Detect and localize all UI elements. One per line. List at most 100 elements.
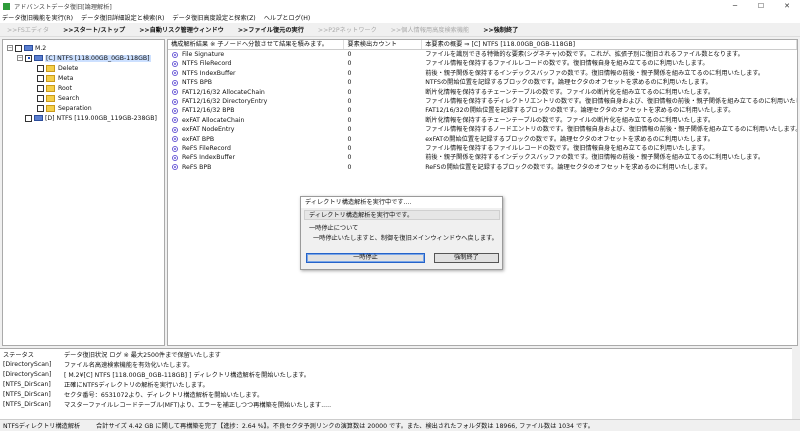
list-item[interactable]: ReFS FileRecord 0 ファイル情報を保持するファイルレコードの数です。… [168,144,797,153]
force-quit-dialog-button[interactable]: 強制終了 [434,253,499,263]
log-message: セクタ番号：6531072より、ディレクトリ構造解析を開始いたします。 [64,391,264,399]
close-icon[interactable]: ✕ [774,0,800,12]
list-item[interactable]: FAT12/16/32 DirectoryEntry 0 ファイル情報を保持するディ… [168,97,797,106]
item-desc: ファイル情報を保持するノードエントリの数です。復旧情報自身および、復旧情報の前後… [425,126,797,134]
item-count: 0 [347,144,352,152]
list-item[interactable]: NTFS FileRecord 0 ファイル情報を保持するファイルレコードの数です。… [168,59,797,68]
folder-checkbox[interactable] [37,84,44,92]
folder-checkbox[interactable] [37,64,44,72]
list-item[interactable]: exFAT NodeEntry 0 ファイル情報を保持するノードエントリの数です。復… [168,125,797,134]
gear-icon [172,61,178,68]
folder-icon [46,64,55,72]
gear-icon [172,154,178,161]
force-quit-button[interactable]: >>強制終了 [476,25,525,34]
drive-icon [34,55,43,61]
item-desc: ファイル情報を保持するファイルレコードの数です。復旧情報自身を組み立てるのに利用… [425,144,709,152]
item-count: 0 [347,69,352,77]
file-restore-button[interactable]: >>ファイル復元の実行 [231,25,311,34]
list-item[interactable]: File Signature 0 ファイルを識別できる特徴的な要素(シグネチャ)の数… [168,50,797,59]
p2p-button[interactable]: >>P2Pネットワーク [311,25,384,34]
item-name: FAT12/16/32 BPB [182,107,235,115]
drive-d-checkbox[interactable] [25,114,32,122]
drive-icon [34,115,43,121]
tree-root-label: M.2 [35,44,47,52]
list-item[interactable]: ReFS IndexBuffer 0 前後・親子関係を保持するインデックスバッファの… [168,153,797,162]
list-item[interactable]: FAT12/16/32 AllocateChain 0 断片化情報を保持するチェーン… [168,88,797,97]
log-header-status: ステータス [3,351,34,359]
item-desc: 断片化情報を保持するチェーンテーブルの数です。ファイルの断片化を組み立てるのに利… [425,88,715,96]
folder-checkbox[interactable] [37,74,44,82]
dialog-message: ディレクトリ構造解析を実行中です。 [304,210,500,220]
menu-detail-settings[interactable]: データ復旧詳細設定と検索(R) [81,13,164,22]
log-message: [ M.2¥[C] NTFS [118.00GB_0GB-118GB] ] ディ… [64,371,310,379]
menu-help-log[interactable]: ヘルプとログ(H) [264,13,311,22]
tree-folder-search[interactable]: Search [7,93,160,103]
dialog-title: ディレクトリ構造解析を実行中です.... [301,197,502,208]
tree-drive-d[interactable]: [D] NTFS [119.00GB_119GB-238GB] [7,113,160,123]
log-source: [NTFS_DirScan] [3,380,51,388]
log-panel: ステータス データ復旧状況 ログ ※ 最大2500件まで保留いたします [Dir… [0,348,792,419]
tree-folder-separation[interactable]: Separation [7,103,160,113]
column-header-result[interactable]: 構成解析結果 ※ 子ノードへ分散させて結果を積みます。 [168,40,345,49]
root-checkbox[interactable] [15,44,22,52]
list-item[interactable]: FAT12/16/32 BPB 0 FAT12/16/32の開始位置を記録するブロッ… [168,106,797,115]
item-desc: ファイル情報を保持するディレクトリエントリの数です。復旧情報自身および、復旧情報… [425,97,797,105]
maximize-icon[interactable]: ☐ [748,0,774,12]
folder-icon [46,104,55,112]
log-message: マスターファイルレコードテーブル(MFT)より、エラーを補正しつつ再構築を開始い… [64,401,332,409]
tree-folder-meta[interactable]: Meta [7,73,160,83]
list-item[interactable]: exFAT BPB 0 exFATの開始位置を記録するブロックの数です。論理セクタの… [168,135,797,144]
folder-checkbox[interactable] [37,104,44,112]
collapse-icon[interactable]: − [7,45,13,51]
log-row[interactable]: [DirectoryScan] [ M.2¥[C] NTFS [118.00GB_… [0,369,792,379]
item-name: exFAT BPB [182,135,215,143]
title-bar: アドバンストデータ復旧[論理解析] ─ ☐ ✕ [0,0,800,12]
item-count: 0 [347,97,352,105]
tree-root[interactable]: − M.2 [7,43,160,53]
item-name: File Signature [182,51,225,58]
column-header-count[interactable]: 要素検出カウント [344,40,423,49]
log-scrollbar[interactable] [792,348,800,418]
drive-c-checkbox[interactable] [25,54,32,62]
log-row[interactable]: [NTFS_DirScan] 正確にNTFSディレクトリの解析を実行いたします。 [0,379,792,389]
gear-icon [172,108,178,115]
tree-drive-c-label: [C] NTFS [118.00GB_0GB-118GB] [45,54,151,62]
gear-icon [172,98,178,105]
tree-folder-delete[interactable]: Delete [7,63,160,73]
folder-checkbox[interactable] [37,94,44,102]
fs-editor-button[interactable]: >>FSエディタ [0,25,56,34]
log-source: [DirectoryScan] [3,370,52,378]
folder-icon [46,94,55,102]
log-row[interactable]: [DirectoryScan] ファイル名高速検索機能を有効化いたします。 [0,359,792,369]
gear-icon [172,79,178,86]
item-count: 0 [347,60,352,68]
pause-button[interactable]: 一時停止 [306,253,425,263]
item-name: ReFS IndexBuffer [182,154,235,162]
item-desc: ファイル情報を保持するファイルレコードの数です。復旧情報自身を組み立てるのに利用… [425,60,709,68]
log-row[interactable]: [NTFS_DirScan] セクタ番号：6531072より、ディレクトリ構造解析… [0,389,792,399]
list-item[interactable]: NTFS BPB 0 NTFSの開始位置を記録するブロックの数です。論理セクタのオフ… [168,78,797,87]
auto-window-button[interactable]: >>自動リスク管理ウィンドウ [132,25,231,34]
minimize-icon[interactable]: ─ [722,0,748,12]
status-bar: NTFSディレクトリ構造解析 合計サイズ 4.42 GB に関して再構築を完了【… [0,419,800,431]
log-row[interactable]: [NTFS_DirScan] マスターファイルレコードテーブル(MFT)より、エラ… [0,399,792,409]
list-item[interactable]: exFAT AllocateChain 0 断片化情報を保持するチェーンテーブルの数… [168,116,797,125]
list-item[interactable]: ReFS BPB 0 ReFSの開始位置を記録するブロックの数です。論理セクタのオフ… [168,163,797,172]
item-count: 0 [347,135,352,143]
start-stop-button[interactable]: >>スタート/ストップ [56,25,132,34]
collapse-icon[interactable]: − [17,55,23,61]
item-name: NTFS BPB [182,79,212,87]
list-item[interactable]: NTFS IndexBuffer 0 前後・親子関係を保持するインデックスバッファの… [168,69,797,78]
window-title: アドバンストデータ復旧[論理解析] [14,3,112,11]
column-header-summary[interactable]: 本要素の概要 ⇒ [C] NTFS [118.00GB_0GB-118GB] [422,40,797,49]
menu-recovery[interactable]: データ復旧機能を実行(R) [2,13,73,22]
folder-label: Root [58,84,73,92]
personal-info-button[interactable]: >>個人情報用高度検索機能 [384,25,476,34]
item-count: 0 [347,88,352,96]
log-message: ファイル名高速検索機能を有効化いたします。 [64,361,194,369]
item-desc: exFATの開始位置を記録するブロックの数です。論理セクタのオフセットを求めるの… [425,135,714,143]
item-name: FAT12/16/32 AllocateChain [182,88,265,96]
tree-folder-root[interactable]: Root [7,83,160,93]
tree-drive-c[interactable]: − [C] NTFS [118.00GB_0GB-118GB] [7,53,160,63]
menu-advanced-settings[interactable]: データ復旧高度設定と探索(Z) [172,13,255,22]
